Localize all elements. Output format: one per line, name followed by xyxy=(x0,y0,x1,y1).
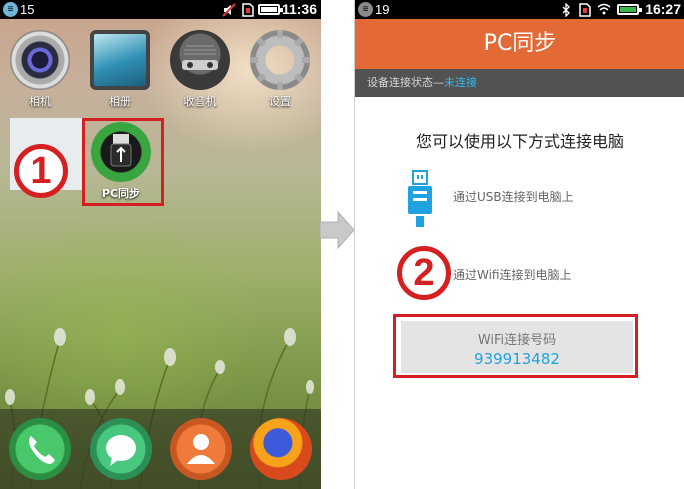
connection-status-value: 未连接 xyxy=(444,76,477,89)
usb-icon xyxy=(408,170,432,227)
arrow-icon xyxy=(320,210,355,250)
app-label: 收音机 xyxy=(183,95,217,108)
radio-icon xyxy=(170,30,230,90)
app-label: 相机 xyxy=(29,95,51,108)
contacts-icon[interactable] xyxy=(170,418,232,480)
wifi-option-label: 通过Wifi连接到电脑上 xyxy=(453,268,572,282)
notification-badge: ≡ xyxy=(3,2,18,17)
status-bar: ≡ 15 11:36 xyxy=(0,0,321,19)
app-gallery[interactable]: 相册 xyxy=(83,30,157,109)
bluetooth-icon xyxy=(562,3,570,17)
clock: 11:36 xyxy=(281,1,317,17)
highlight-box-pc-sync xyxy=(82,118,164,206)
settings-icon xyxy=(250,30,310,90)
notification-count: 15 xyxy=(20,2,35,17)
app-settings[interactable]: 设置 xyxy=(243,30,317,109)
sim-icon xyxy=(579,3,591,17)
muted-icon xyxy=(222,3,236,17)
app-radio[interactable]: 收音机 xyxy=(163,30,237,109)
left-phone-screen: ≡ 15 11:36 相机 相册 收音机 设置 PC同步 1 xyxy=(0,0,321,489)
firefox-icon[interactable] xyxy=(250,418,312,480)
notification-count: 19 xyxy=(375,2,390,17)
clock: 16:27 xyxy=(645,1,681,17)
messages-icon[interactable] xyxy=(90,418,152,480)
wifi-signal-icon xyxy=(597,3,611,15)
usb-option-label: 通过USB连接到电脑上 xyxy=(453,190,574,204)
status-bar: ≡ 19 16:27 xyxy=(355,0,684,19)
notification-badge: ≡ xyxy=(358,2,373,17)
app-camera[interactable]: 相机 xyxy=(3,30,77,109)
phone-icon[interactable] xyxy=(9,418,71,480)
camera-icon xyxy=(10,30,70,90)
battery-icon xyxy=(617,4,642,15)
connection-status-bar: 设备连接状态—未连接 xyxy=(355,69,684,97)
dock xyxy=(0,409,321,489)
page-title: PC同步 xyxy=(355,19,684,69)
app-label: 设置 xyxy=(269,95,291,108)
right-phone-screen: ≡ 19 16:27 PC同步 设备连接状态—未连接 您可以使用以下方式连接电脑 xyxy=(354,0,684,489)
app-label: 相册 xyxy=(109,95,131,108)
connection-heading: 您可以使用以下方式连接电脑 xyxy=(415,132,624,151)
step-marker-1: 1 xyxy=(14,144,68,198)
highlight-box-wifi-code xyxy=(393,314,638,378)
connection-status-label: 设备连接状态— xyxy=(367,76,444,89)
gallery-icon xyxy=(90,30,150,90)
step-marker-2: 2 xyxy=(397,246,451,300)
sim-icon xyxy=(242,3,254,17)
battery-icon xyxy=(258,4,283,15)
